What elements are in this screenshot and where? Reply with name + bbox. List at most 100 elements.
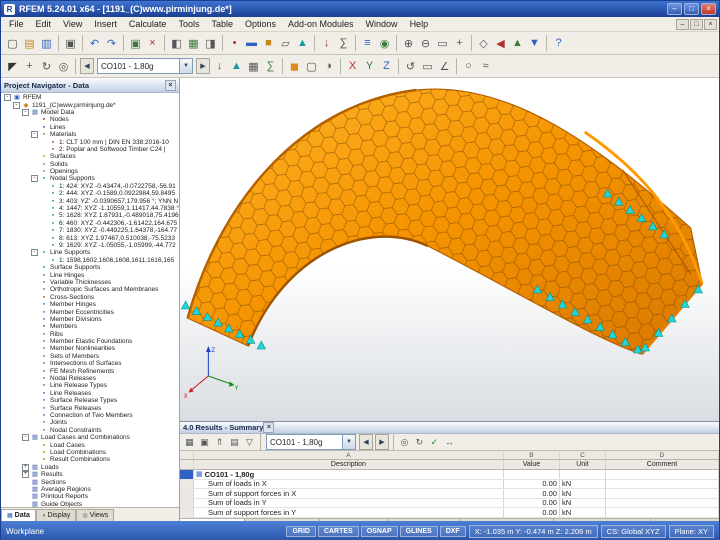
fit-columns-icon[interactable]: ↔ bbox=[442, 435, 457, 450]
tree-item-surface-releases[interactable]: ▪Surface Releases bbox=[2, 404, 179, 411]
tree-item-member-nonlinearities[interactable]: ▪Member Nonlinearities bbox=[2, 345, 179, 352]
chevron-down-icon[interactable]: ▼ bbox=[179, 59, 192, 73]
view-in-z-icon[interactable]: ▼ bbox=[526, 34, 543, 53]
menu-file[interactable]: File bbox=[3, 18, 30, 30]
table-row[interactable]: Sum of loads in X0.00kN bbox=[180, 480, 719, 490]
new-surface-icon[interactable]: ■ bbox=[260, 34, 277, 53]
tree-item-intersections-of-surfaces[interactable]: ▪Intersections of Surfaces bbox=[2, 360, 179, 367]
navigator-tab-views[interactable]: ◎Views bbox=[76, 509, 114, 521]
statusbar-toggle-osnap[interactable]: OSNAP bbox=[361, 526, 398, 537]
tree-item-surface-release-types[interactable]: ▪Surface Release Types bbox=[2, 397, 179, 404]
navigator-tab-data[interactable]: ▦Data bbox=[1, 509, 36, 521]
tree-item-surface-supports[interactable]: ▪Surface Supports bbox=[2, 264, 179, 271]
tree-item-member-eccentricities[interactable]: ▪Member Eccentricities bbox=[2, 308, 179, 315]
save-icon[interactable]: ▥ bbox=[38, 34, 55, 53]
menu-calculate[interactable]: Calculate bbox=[123, 18, 173, 30]
zoom-window-icon[interactable]: ▭ bbox=[434, 34, 451, 53]
tree-item-members[interactable]: ▪Members bbox=[2, 323, 179, 330]
tree-expander[interactable]: - bbox=[31, 249, 38, 256]
tree-expander[interactable]: - bbox=[13, 102, 20, 109]
tree-item-load-cases[interactable]: ▪Load Cases bbox=[2, 441, 179, 448]
tree-item-line-release-types[interactable]: ▪Line Release Types bbox=[2, 382, 179, 389]
tree-item-surfaces[interactable]: ▪Surfaces bbox=[2, 153, 179, 160]
open-model-icon[interactable]: ▤ bbox=[21, 34, 38, 53]
zoom-in-icon[interactable]: ⊕ bbox=[400, 34, 417, 53]
statusbar-toggle-glines[interactable]: GLINES bbox=[400, 526, 438, 537]
tree-item-lines[interactable]: ▪Lines bbox=[2, 124, 179, 131]
next-result-button[interactable]: ▶ bbox=[375, 434, 389, 450]
table-row[interactable]: ▦CO101 - 1,80g bbox=[180, 470, 719, 480]
find-result-icon[interactable]: ◎ bbox=[397, 435, 412, 450]
tree-item-fe-mesh-refinements[interactable]: ▪FE Mesh Refinements bbox=[2, 367, 179, 374]
show-fe-mesh-icon[interactable]: ▦ bbox=[245, 57, 262, 76]
tree-item-5-1628-xyz-1-87931-0-489018-75-4196[interactable]: ▪5: 1628: XYZ 1.87931,-0.489018,75.4196 bbox=[2, 212, 179, 219]
tree-item-rfem[interactable]: -▣RFEM bbox=[2, 94, 179, 101]
minimize-button[interactable]: – bbox=[667, 3, 682, 15]
row-selector[interactable] bbox=[180, 508, 194, 517]
load-case-icon[interactable]: ↓ bbox=[318, 34, 335, 53]
row-selector[interactable] bbox=[180, 470, 194, 479]
export-table-icon[interactable]: ⇑ bbox=[212, 435, 227, 450]
tree-expander[interactable]: - bbox=[4, 94, 11, 101]
tree-item-line-hinges[interactable]: ▪Line Hinges bbox=[2, 271, 179, 278]
tree-item-joints[interactable]: ▪Joints bbox=[2, 419, 179, 426]
tree-item-nodal-constraints[interactable]: ▪Nodal Constraints bbox=[2, 427, 179, 434]
result-table-icon[interactable]: ▦ bbox=[182, 435, 197, 450]
new-model-icon[interactable]: ▢ bbox=[4, 34, 21, 53]
tree-item-1191-c-www-pirminjung-de[interactable]: -◆1191_(C)www.pirminjung.de* bbox=[2, 101, 179, 108]
isometric-view-icon[interactable]: ◇ bbox=[475, 34, 492, 53]
previous-result-button[interactable]: ◀ bbox=[359, 434, 373, 450]
previous-view-icon[interactable]: ↺ bbox=[402, 57, 419, 76]
tree-item-1-424-xyz-0-43474-0-0722758-56-91[interactable]: ▪1: 424: XYZ -0.43474,-0.0722758,-56.91 bbox=[2, 183, 179, 190]
zoom-out-icon[interactable]: ⊖ bbox=[417, 34, 434, 53]
tree-expander[interactable]: - bbox=[22, 434, 29, 441]
next-load-case-button[interactable]: ▶ bbox=[196, 58, 210, 74]
model-scene[interactable]: Z X Y bbox=[180, 78, 719, 421]
tree-item-loads[interactable]: +▦Loads bbox=[2, 464, 179, 471]
tree-item-model-data[interactable]: -▦Model Data bbox=[2, 109, 179, 116]
tree-item-1-clt-100-mm-din-en-338-2016-10[interactable]: ▪1: CLT 100 mm | DIN EN 338:2016-10 bbox=[2, 138, 179, 145]
new-support-icon[interactable]: ▲ bbox=[294, 34, 311, 53]
axis-z-view-icon[interactable]: Z bbox=[378, 57, 395, 76]
axis-y-view-icon[interactable]: Y bbox=[361, 57, 378, 76]
tree-item-orthotropic-surfaces-and-membranes[interactable]: ▪Orthotropic Surfaces and Membranes bbox=[2, 286, 179, 293]
tree-expander[interactable]: - bbox=[22, 109, 29, 116]
tree-item-results[interactable]: +▦Results bbox=[2, 471, 179, 478]
tree-item-member-divisions[interactable]: ▪Member Divisions bbox=[2, 316, 179, 323]
tree-item-solids[interactable]: ▪Solids bbox=[2, 161, 179, 168]
tree-item-nodal-releases[interactable]: ▪Nodal Releases bbox=[2, 375, 179, 382]
show-supports-icon[interactable]: ▲ bbox=[228, 57, 245, 76]
zoom-all-icon[interactable]: ◎ bbox=[55, 57, 72, 76]
viewport-canvas[interactable]: Z X Y bbox=[180, 78, 719, 421]
tree-expander[interactable]: + bbox=[22, 471, 29, 478]
tree-expander[interactable]: + bbox=[22, 464, 29, 471]
statusbar-toggle-cartes[interactable]: CARTES bbox=[318, 526, 359, 537]
mdi-close-button[interactable]: × bbox=[704, 19, 717, 30]
tree-item-result-combinations[interactable]: ▪Result Combinations bbox=[2, 456, 179, 463]
chevron-down-icon[interactable]: ▼ bbox=[342, 435, 355, 449]
navigator-close-icon[interactable]: × bbox=[165, 80, 176, 91]
show-values-icon[interactable]: ∑ bbox=[262, 57, 279, 76]
maximize-button[interactable]: □ bbox=[684, 3, 699, 15]
delete-icon[interactable]: × bbox=[144, 34, 161, 53]
results-close-icon[interactable]: × bbox=[263, 422, 274, 433]
project-navigator-icon[interactable]: ◧ bbox=[168, 34, 185, 53]
display-properties-icon[interactable]: ≈ bbox=[477, 57, 494, 76]
new-line-icon[interactable]: ▬ bbox=[243, 34, 260, 53]
close-button[interactable]: × bbox=[701, 3, 716, 15]
panel-icon[interactable]: ◨ bbox=[202, 34, 219, 53]
undo-icon[interactable]: ↶ bbox=[86, 34, 103, 53]
tree-item-sections[interactable]: ▦Sections bbox=[2, 478, 179, 485]
copy-icon[interactable]: ▣ bbox=[127, 34, 144, 53]
refresh-results-icon[interactable]: ↻ bbox=[412, 435, 427, 450]
load-combination-icon[interactable]: ∑ bbox=[335, 34, 352, 53]
tree-item-sets-of-members[interactable]: ▪Sets of Members bbox=[2, 353, 179, 360]
tree-expander[interactable]: - bbox=[31, 175, 38, 182]
tree-item-average-regions[interactable]: ▦Average Regions bbox=[2, 486, 179, 493]
row-selector[interactable] bbox=[180, 499, 194, 508]
menu-add-on-modules[interactable]: Add-on Modules bbox=[282, 18, 360, 30]
menu-edit[interactable]: Edit bbox=[30, 18, 58, 30]
print-icon[interactable]: ▣ bbox=[62, 34, 79, 53]
tree-item-line-releases[interactable]: ▪Line Releases bbox=[2, 390, 179, 397]
copy-row-icon[interactable]: ▤ bbox=[227, 435, 242, 450]
